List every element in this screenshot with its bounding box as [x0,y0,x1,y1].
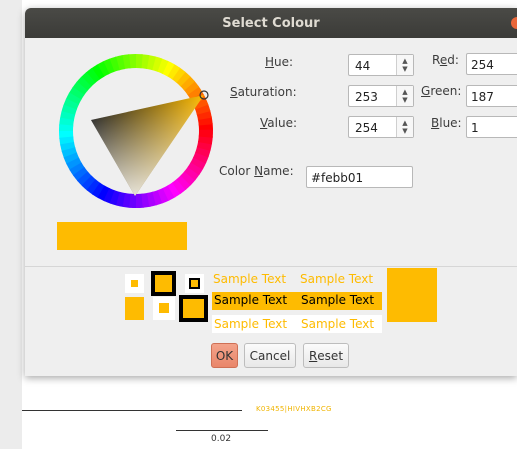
hue-label: Hue: [265,55,294,69]
spin-arrows-icon[interactable]: ▲ ▼ [396,55,413,75]
preview-square [125,297,144,320]
saturation-value[interactable]: 253 [355,90,378,104]
tree-branch-line [22,410,242,411]
hue-value[interactable]: 44 [355,59,370,73]
green-spinbutton[interactable]: 187 [466,85,517,107]
sample-text: Sample Text [300,272,374,286]
blue-value[interactable]: 1 [471,121,479,135]
blue-label: Blue: [431,116,462,130]
cancel-button[interactable]: Cancel [244,343,296,368]
scale-bar-label: 0.02 [211,434,232,444]
scale-bar-line [176,430,268,431]
sample-text: Sample Text [301,317,375,331]
green-value[interactable]: 187 [471,90,494,104]
red-value[interactable]: 254 [471,58,494,72]
green-label: Green: [421,84,462,98]
saturation-spinbutton[interactable]: 253 ▲ ▼ [348,85,414,107]
sample-text: Sample Text [213,272,287,286]
red-spinbutton[interactable]: 254 [466,53,517,75]
blue-spinbutton[interactable]: 1 [466,116,517,138]
value-value[interactable]: 254 [355,121,378,135]
tree-leaf-label: K03455|HIVHXB2CG [256,405,332,413]
spin-arrows-icon[interactable]: ▲ ▼ [396,117,413,137]
reset-button[interactable]: Reset [303,343,349,368]
sample-text: Sample Text [214,293,288,307]
preview-square [189,278,200,289]
current-colour-swatch [57,222,187,250]
preview-square [131,280,138,287]
sample-text: Sample Text [301,293,375,307]
preview-square [151,271,176,296]
separator [25,266,517,267]
saturation-label: Saturation: [230,85,297,99]
red-label: Red: [432,53,459,67]
color-wheel-graphic[interactable] [58,53,214,209]
dialog-title: Select Colour [222,15,320,31]
large-preview-swatch [387,268,437,322]
value-spinbutton[interactable]: 254 ▲ ▼ [348,116,414,138]
color-name-label: Color Name: [219,164,294,178]
hsv-color-wheel[interactable] [58,53,214,209]
preview-square [159,303,169,313]
close-icon[interactable] [511,17,517,29]
spin-arrows-icon[interactable]: ▲ ▼ [396,86,413,106]
select-colour-dialog: Select Colour Hue: 44 ▲ ▼ Saturation: 25… [25,8,517,376]
sample-text: Sample Text [214,317,288,331]
left-gutter [0,0,22,449]
hue-spinbutton[interactable]: 44 ▲ ▼ [348,54,414,76]
dialog-titlebar: Select Colour [25,8,517,38]
value-label: Value: [260,116,297,130]
color-name-input[interactable]: #febb01 [306,166,413,188]
ok-button[interactable]: OK [211,343,238,368]
preview-square [179,295,208,322]
color-name-value[interactable]: #febb01 [311,171,363,185]
